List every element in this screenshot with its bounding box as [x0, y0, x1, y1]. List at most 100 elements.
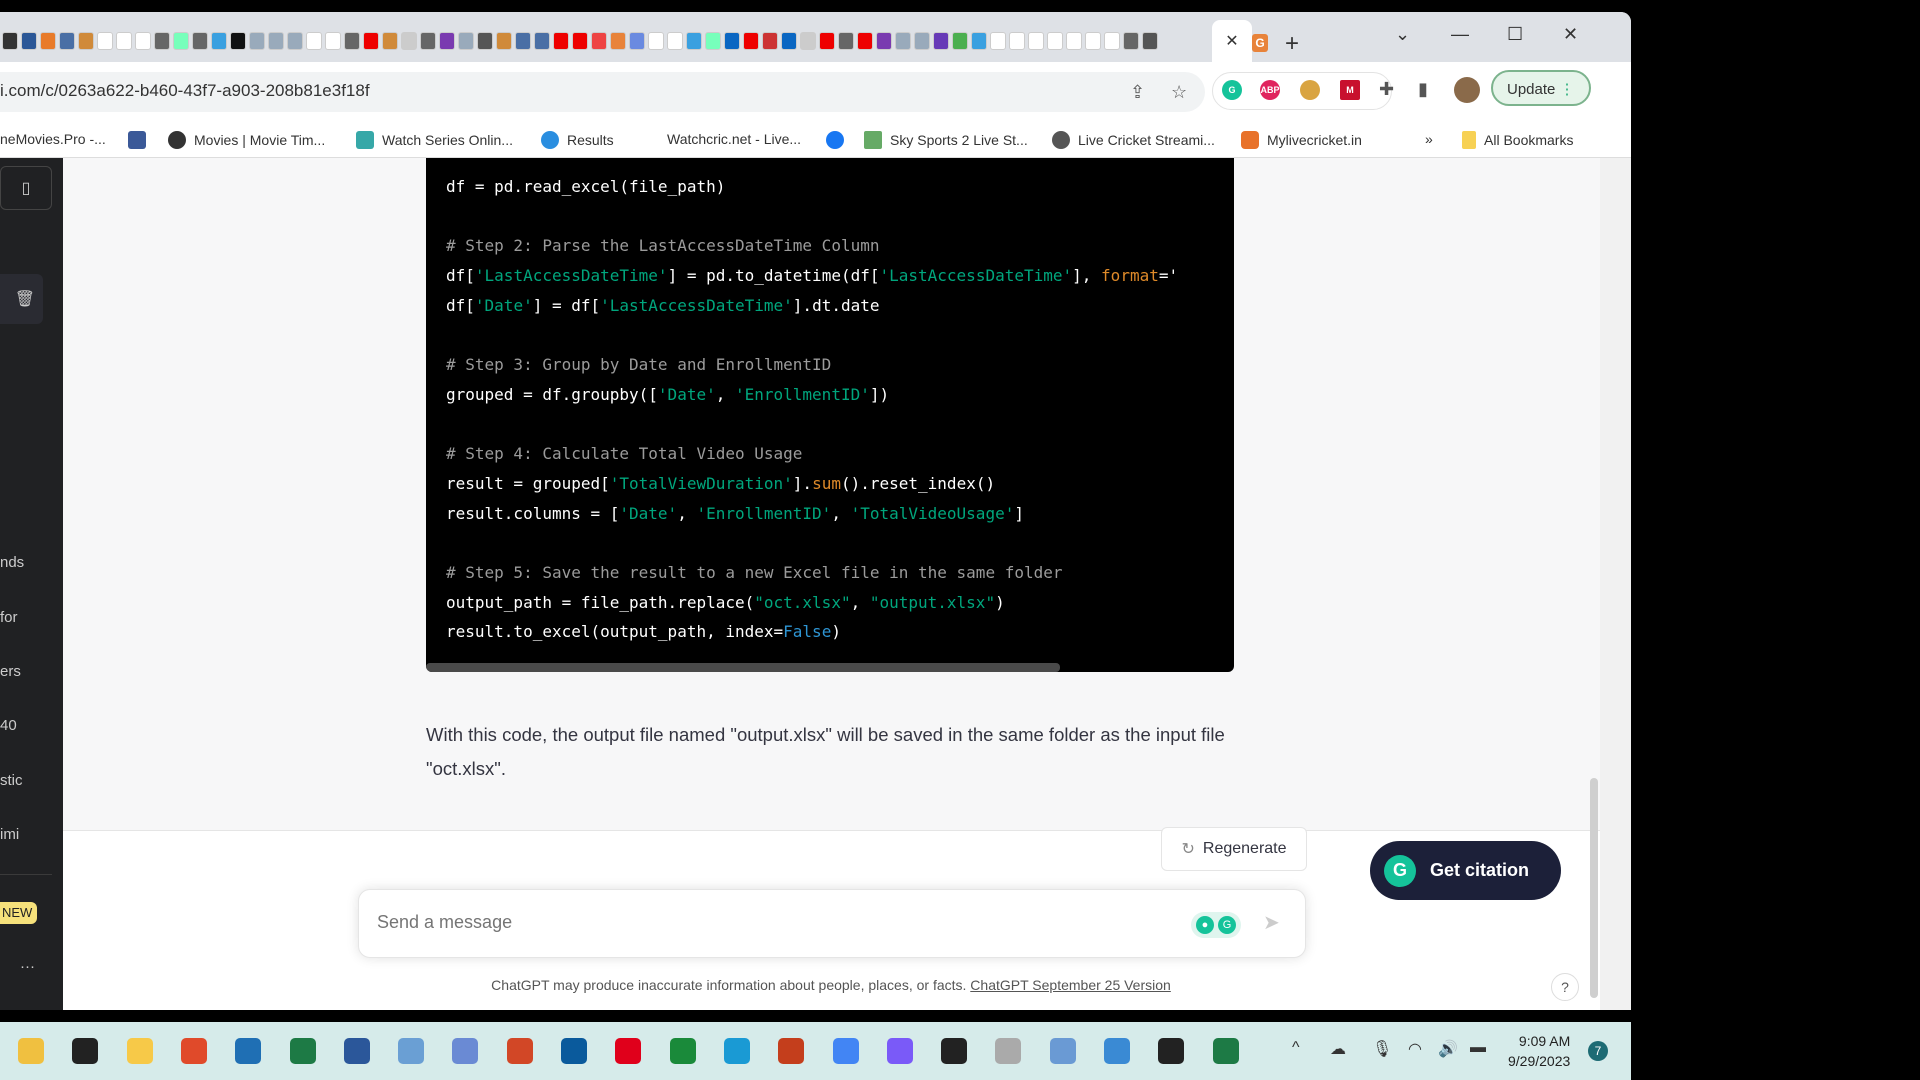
code-horizontal-scrollbar[interactable]: [426, 663, 1060, 672]
pinned-tab-favicon[interactable]: [781, 32, 797, 50]
grammarly-icon[interactable]: G: [1222, 80, 1242, 100]
share-icon[interactable]: ⇪: [1130, 82, 1145, 103]
pinned-tab-favicon[interactable]: [933, 32, 949, 50]
pinned-tab-favicon[interactable]: [667, 32, 683, 50]
message-input[interactable]: [377, 912, 1177, 933]
bookmark-item[interactable]: Watchcric.net - Live...: [667, 131, 801, 147]
widgets-icon[interactable]: [18, 1038, 44, 1064]
mendeley-icon[interactable]: M: [1340, 80, 1360, 100]
sidebar-toggle-icon[interactable]: ▯: [0, 166, 52, 210]
pinned-tab-favicon[interactable]: [952, 32, 968, 50]
pinned-tab-favicon[interactable]: [857, 32, 873, 50]
pinned-tab-favicon[interactable]: [401, 32, 417, 50]
pinned-tab-favicon[interactable]: [21, 32, 37, 50]
pinned-tab-favicon[interactable]: [572, 32, 588, 50]
tab-favicon[interactable]: G: [1252, 34, 1268, 52]
pinned-tab-favicon[interactable]: [154, 32, 170, 50]
side-panel-icon[interactable]: ▮: [1418, 79, 1428, 100]
pinned-tab-favicon[interactable]: [914, 32, 930, 50]
pinned-tab-favicon[interactable]: [230, 32, 246, 50]
excel-icon[interactable]: [1212, 1038, 1239, 1064]
pinned-tab-favicon[interactable]: [40, 32, 56, 50]
r-icon[interactable]: [235, 1038, 262, 1064]
trash-icon[interactable]: 🗑: [15, 289, 35, 309]
resource-monitor-icon[interactable]: [1049, 1038, 1076, 1064]
pinned-tab-favicon[interactable]: [249, 32, 265, 50]
bookmark-item[interactable]: Mylivecricket.in: [1241, 131, 1362, 149]
pinned-tab-favicon[interactable]: [724, 32, 740, 50]
sidebar-chat-item[interactable]: 40: [0, 717, 17, 734]
sidebar-active-chat[interactable]: 🗑: [0, 274, 43, 324]
python-icon[interactable]: [398, 1038, 425, 1064]
pinned-tab-favicon[interactable]: [1028, 32, 1044, 50]
store-icon[interactable]: [561, 1038, 587, 1064]
address-bar[interactable]: i.com/c/0263a622-b460-43f7-a903-208b81e3…: [0, 72, 1205, 112]
maximize-button[interactable]: ☐: [1507, 24, 1523, 45]
clock[interactable]: 9:09 AM 9/29/2023: [1508, 1031, 1570, 1071]
word-icon[interactable]: [343, 1038, 370, 1064]
pinned-tab-favicon[interactable]: [1142, 32, 1158, 50]
pinned-tab-favicon[interactable]: [344, 32, 360, 50]
pinned-tab-favicon[interactable]: [420, 32, 436, 50]
pinned-tab-favicon[interactable]: [268, 32, 284, 50]
pinned-tab-favicon[interactable]: [135, 32, 151, 50]
active-tab[interactable]: ✕: [1212, 20, 1252, 62]
profile-avatar[interactable]: [1454, 77, 1480, 103]
pinned-tab-favicon[interactable]: [819, 32, 835, 50]
sidebar-chat-item[interactable]: ers: [0, 663, 21, 680]
pinned-tab-favicon[interactable]: [743, 32, 759, 50]
sidebar-chat-item[interactable]: for: [0, 609, 18, 626]
pinned-tab-favicon[interactable]: [382, 32, 398, 50]
new-badge[interactable]: NEW: [0, 902, 37, 924]
minimize-button[interactable]: —: [1451, 24, 1469, 45]
pinned-tab-favicon[interactable]: [534, 32, 550, 50]
help-button[interactable]: ?: [1551, 973, 1579, 1001]
bookmark-item[interactable]: Watch Series Onlin...: [356, 131, 513, 149]
bookmark-item[interactable]: Results: [541, 131, 614, 149]
pinned-tab-favicon[interactable]: [211, 32, 227, 50]
bookmark-item[interactable]: Live Cricket Streami...: [1052, 131, 1215, 149]
version-link[interactable]: ChatGPT September 25 Version: [970, 977, 1171, 993]
pinned-tab-favicon[interactable]: [838, 32, 854, 50]
pinned-tab-favicon[interactable]: [686, 32, 702, 50]
sidebar-chat-item[interactable]: nds: [0, 554, 24, 571]
pinned-tab-favicon[interactable]: [971, 32, 987, 50]
terminal-icon[interactable]: [941, 1038, 968, 1064]
pinned-tab-favicon[interactable]: [287, 32, 303, 50]
pinned-tab-favicon[interactable]: [173, 32, 189, 50]
wifi-icon[interactable]: ◠: [1408, 1039, 1422, 1059]
pinned-tab-favicon[interactable]: [59, 32, 75, 50]
pinned-tab-favicon[interactable]: [1047, 32, 1063, 50]
tab-search-icon[interactable]: ⌄: [1395, 24, 1410, 45]
pinned-tab-favicon[interactable]: [477, 32, 493, 50]
pinned-tab-favicon[interactable]: [97, 32, 113, 50]
pinned-tab-favicon[interactable]: [1085, 32, 1101, 50]
bookmarks-overflow[interactable]: »: [1425, 131, 1433, 147]
cookie-icon[interactable]: [1300, 80, 1320, 100]
pinned-tab-favicon[interactable]: [325, 32, 341, 50]
task-view-icon[interactable]: [72, 1038, 99, 1064]
pinned-tab-favicon[interactable]: [306, 32, 322, 50]
pinned-tab-favicon[interactable]: [496, 32, 512, 50]
pinned-tab-favicon[interactable]: [515, 32, 531, 50]
pinned-tab-favicon[interactable]: [192, 32, 208, 50]
powerpoint-icon[interactable]: [778, 1038, 805, 1064]
notification-badge[interactable]: 7: [1588, 1041, 1608, 1061]
adblock-icon[interactable]: ABP: [1260, 80, 1280, 100]
obs-icon[interactable]: [1158, 1038, 1185, 1064]
close-window-button[interactable]: ✕: [1563, 24, 1578, 45]
powerpoint-icon[interactable]: [506, 1038, 533, 1064]
pinned-tab-favicon[interactable]: [1009, 32, 1025, 50]
pinned-tab-favicon[interactable]: [990, 32, 1006, 50]
bookmark-item[interactable]: [826, 131, 844, 149]
sidebar-chat-item[interactable]: imi: [0, 826, 19, 843]
notepad-icon[interactable]: [1104, 1038, 1130, 1064]
bookmark-item[interactable]: neMovies.Pro -...: [0, 131, 106, 147]
snipping-tool-icon[interactable]: [995, 1038, 1022, 1064]
close-tab-icon[interactable]: ✕: [1225, 31, 1238, 51]
excel-icon[interactable]: [289, 1038, 316, 1064]
pinned-tab-favicon[interactable]: [591, 32, 607, 50]
update-button[interactable]: Update ⋮: [1491, 70, 1591, 106]
file-explorer-icon[interactable]: [126, 1038, 153, 1064]
battery-icon[interactable]: ▬: [1470, 1039, 1486, 1057]
